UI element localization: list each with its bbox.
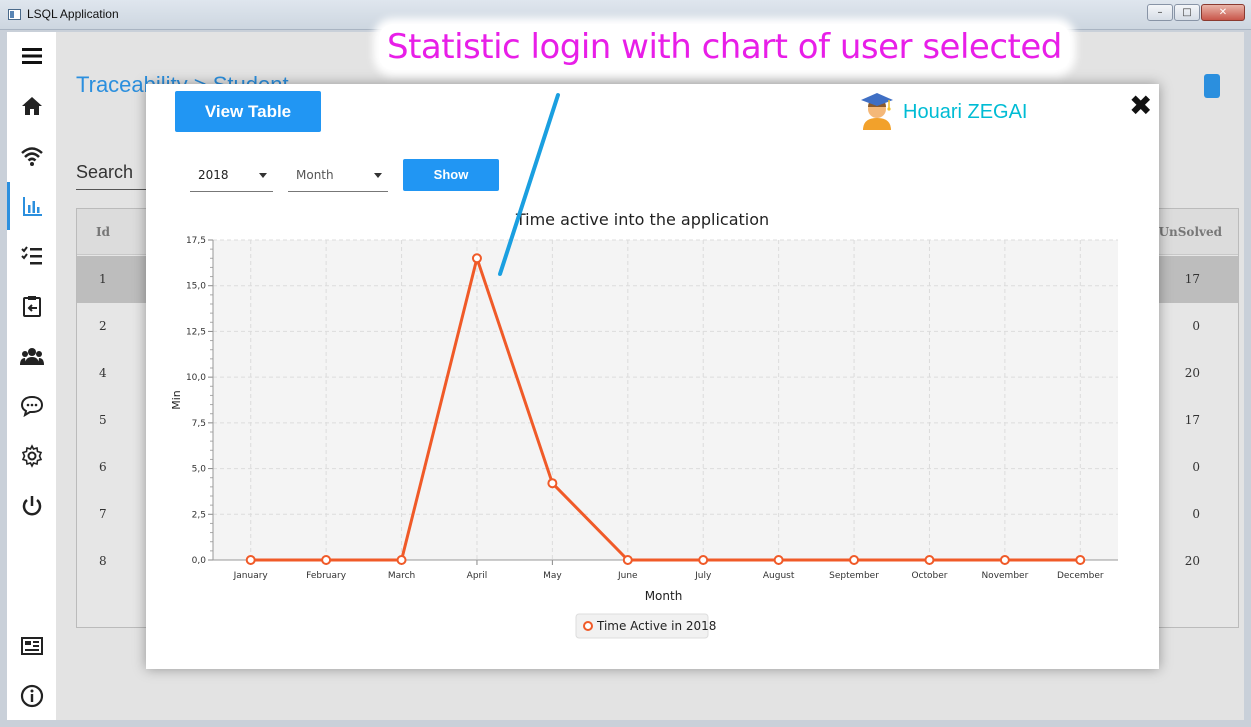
annotation-caption: Statistic login with chart of user selec…	[379, 24, 1070, 70]
annotation-arrow	[498, 93, 560, 276]
